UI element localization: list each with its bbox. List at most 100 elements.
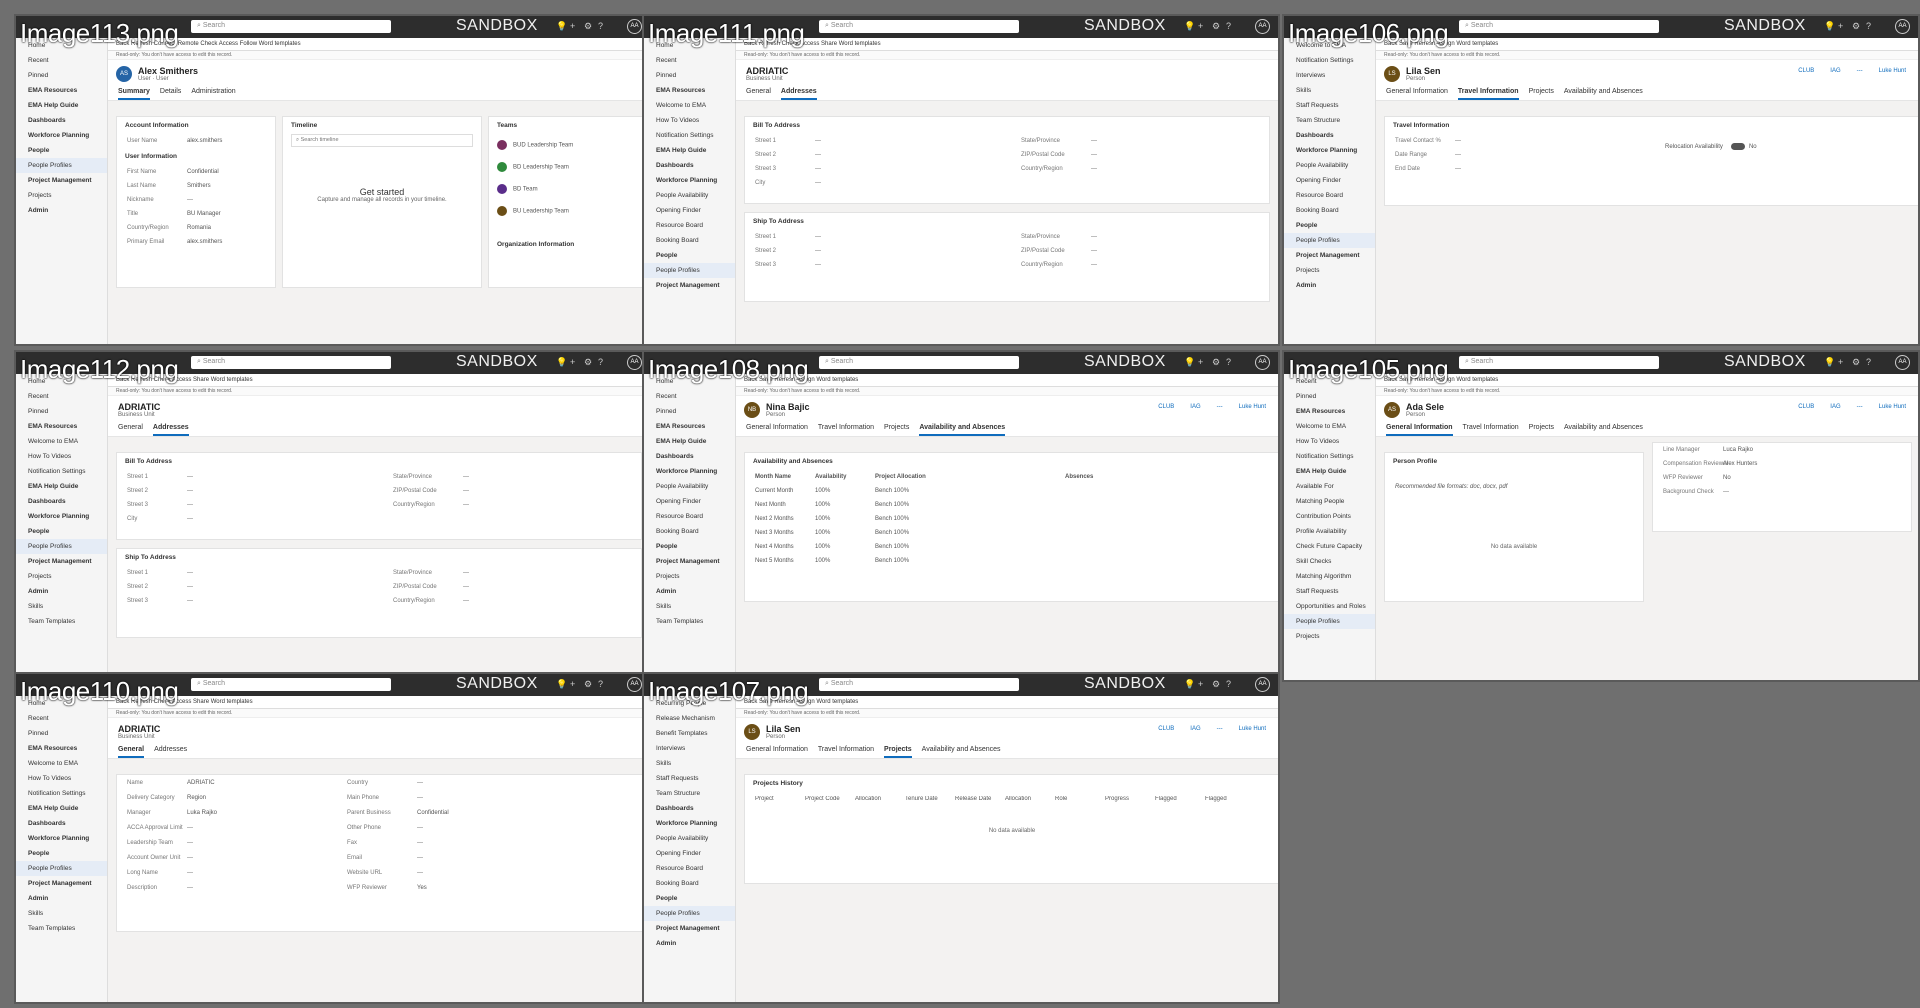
lightbulb-icon[interactable]: 💡 bbox=[556, 357, 567, 368]
sidebar-item[interactable]: People bbox=[644, 539, 735, 554]
sidebar-item[interactable]: Dashboards bbox=[16, 494, 107, 509]
sidebar-item[interactable]: Welcome to EMA bbox=[1284, 419, 1375, 434]
sidebar-item[interactable]: Opportunities and Roles bbox=[1284, 599, 1375, 614]
sidebar-item[interactable]: Workforce Planning bbox=[16, 128, 107, 143]
sidebar-item[interactable]: Project Management bbox=[644, 554, 735, 569]
sidebar-item[interactable]: People Profiles bbox=[644, 906, 735, 921]
sidebar-item[interactable]: Staff Requests bbox=[1284, 584, 1375, 599]
sidebar-item[interactable]: Recent bbox=[16, 53, 107, 68]
avatar[interactable]: AA bbox=[1255, 677, 1270, 692]
column-header[interactable]: Project Code bbox=[805, 796, 855, 802]
command-bar[interactable]: Back Save Refresh Assign Word templates bbox=[1376, 374, 1918, 387]
help-icon[interactable]: ? bbox=[1226, 357, 1231, 367]
sidebar-item[interactable]: Team Structure bbox=[1284, 113, 1375, 128]
sidebar-item[interactable]: EMA Help Guide bbox=[16, 479, 107, 494]
sidebar-item[interactable]: Notification Settings bbox=[16, 786, 107, 801]
tab[interactable]: Availability and Absences bbox=[1564, 424, 1643, 434]
tab[interactable]: Travel Information bbox=[1457, 88, 1519, 100]
sidebar-item[interactable]: Contribution Points bbox=[1284, 509, 1375, 524]
team-item[interactable]: BUD Leadership Team bbox=[489, 134, 645, 156]
sidebar-item[interactable]: Booking Board bbox=[1284, 203, 1375, 218]
sidebar-item[interactable]: Dashboards bbox=[644, 449, 735, 464]
table-row[interactable]: Current Month 100% Bench 100% bbox=[745, 484, 1278, 498]
sidebar-item[interactable]: People bbox=[16, 143, 107, 158]
lightbulb-icon[interactable]: 💡 bbox=[1184, 679, 1195, 690]
sidebar-item[interactable]: How To Videos bbox=[1284, 434, 1375, 449]
sidebar-item[interactable]: Notification Settings bbox=[644, 128, 735, 143]
column-header[interactable]: Project Allocation bbox=[875, 474, 1065, 480]
sidebar-item[interactable]: Skill Checks bbox=[1284, 554, 1375, 569]
tab[interactable]: Availability and Absences bbox=[922, 746, 1001, 756]
sidebar-item[interactable]: Resource Board bbox=[644, 218, 735, 233]
sidebar-item[interactable]: How To Videos bbox=[16, 449, 107, 464]
sidebar-item[interactable]: Booking Board bbox=[644, 524, 735, 539]
sidebar-item[interactable]: Recent bbox=[644, 53, 735, 68]
sidebar-item[interactable]: Staff Requests bbox=[644, 771, 735, 786]
sidebar-item[interactable]: Recent bbox=[644, 389, 735, 404]
search-input[interactable]: ⌕ Search bbox=[819, 678, 1019, 691]
column-header[interactable]: Project bbox=[755, 796, 805, 802]
help-icon[interactable]: ? bbox=[1866, 21, 1871, 31]
sidebar-item[interactable]: Profile Availability bbox=[1284, 524, 1375, 539]
sidebar-item[interactable]: Release Mechanism bbox=[644, 711, 735, 726]
sidebar-item[interactable]: People Profiles bbox=[16, 158, 107, 173]
sidebar-item[interactable]: EMA Help Guide bbox=[1284, 464, 1375, 479]
table-row[interactable]: Next Month 100% Bench 100% bbox=[745, 498, 1278, 512]
search-input[interactable]: ⌕ Search bbox=[191, 20, 391, 33]
team-item[interactable]: BD Team bbox=[489, 178, 645, 200]
sidebar-item[interactable]: Opening Finder bbox=[644, 494, 735, 509]
sidebar-item[interactable]: Workforce Planning bbox=[644, 464, 735, 479]
lightbulb-icon[interactable]: 💡 bbox=[1824, 21, 1835, 32]
sidebar-item[interactable]: Interviews bbox=[644, 741, 735, 756]
sidebar-item[interactable]: Booking Board bbox=[644, 876, 735, 891]
sidebar-item[interactable]: Workforce Planning bbox=[16, 509, 107, 524]
settings-icon[interactable]: ⚙ bbox=[1852, 357, 1860, 368]
column-header[interactable]: Availability bbox=[815, 474, 875, 480]
sidebar-item[interactable]: Notification Settings bbox=[1284, 449, 1375, 464]
sidebar-item[interactable]: Dashboards bbox=[644, 801, 735, 816]
sidebar-item[interactable]: Pinned bbox=[644, 404, 735, 419]
sidebar-item[interactable]: Check Future Capacity bbox=[1284, 539, 1375, 554]
sidebar-item[interactable]: People bbox=[644, 891, 735, 906]
settings-icon[interactable]: ⚙ bbox=[584, 679, 592, 690]
tab[interactable]: Travel Information bbox=[818, 424, 874, 434]
sidebar-item[interactable]: EMA Resources bbox=[16, 419, 107, 434]
sidebar-item[interactable]: Project Management bbox=[16, 554, 107, 569]
add-icon[interactable]: + bbox=[1198, 21, 1203, 31]
search-input[interactable]: ⌕ Search bbox=[1459, 356, 1659, 369]
sidebar-item[interactable]: Pinned bbox=[644, 68, 735, 83]
sidebar-item[interactable]: Pinned bbox=[1284, 389, 1375, 404]
settings-icon[interactable]: ⚙ bbox=[584, 357, 592, 368]
sidebar-item[interactable]: Team Templates bbox=[644, 614, 735, 629]
sidebar-item[interactable]: How To Videos bbox=[644, 113, 735, 128]
help-icon[interactable]: ? bbox=[598, 21, 603, 31]
sidebar-item[interactable]: Project Management bbox=[644, 278, 735, 293]
command-bar[interactable]: Back Refresh Check Access Share Word tem… bbox=[108, 696, 650, 709]
settings-icon[interactable]: ⚙ bbox=[1212, 357, 1220, 368]
sidebar-item[interactable]: Team Templates bbox=[16, 921, 107, 936]
add-icon[interactable]: + bbox=[570, 357, 575, 367]
sidebar-item[interactable]: Booking Board bbox=[644, 233, 735, 248]
add-icon[interactable]: + bbox=[570, 21, 575, 31]
sidebar-item[interactable]: Dashboards bbox=[644, 158, 735, 173]
tab[interactable]: Availability and Absences bbox=[919, 424, 1006, 436]
add-icon[interactable]: + bbox=[1838, 21, 1843, 31]
sidebar-item[interactable]: EMA Help Guide bbox=[16, 801, 107, 816]
sidebar-item[interactable]: Notification Settings bbox=[16, 464, 107, 479]
relocation-toggle[interactable] bbox=[1730, 143, 1745, 150]
sidebar-item[interactable]: Pinned bbox=[16, 404, 107, 419]
sidebar-item[interactable]: Pinned bbox=[16, 68, 107, 83]
avatar[interactable]: AA bbox=[1895, 355, 1910, 370]
tab[interactable]: General Information bbox=[1386, 424, 1453, 436]
sidebar-item[interactable]: Admin bbox=[1284, 278, 1375, 293]
sidebar-item[interactable]: Projects bbox=[644, 569, 735, 584]
column-header[interactable]: Month Name bbox=[755, 474, 815, 480]
tab[interactable]: General Information bbox=[746, 424, 808, 434]
sidebar-item[interactable]: Projects bbox=[16, 188, 107, 203]
sidebar-item[interactable]: Opening Finder bbox=[644, 203, 735, 218]
column-header[interactable]: Tenure Date bbox=[905, 796, 955, 802]
sidebar-item[interactable]: Skills bbox=[16, 906, 107, 921]
sidebar-item[interactable]: People Profiles bbox=[16, 861, 107, 876]
sidebar-item[interactable]: Benefit Templates bbox=[644, 726, 735, 741]
sidebar-item[interactable]: Dashboards bbox=[1284, 128, 1375, 143]
